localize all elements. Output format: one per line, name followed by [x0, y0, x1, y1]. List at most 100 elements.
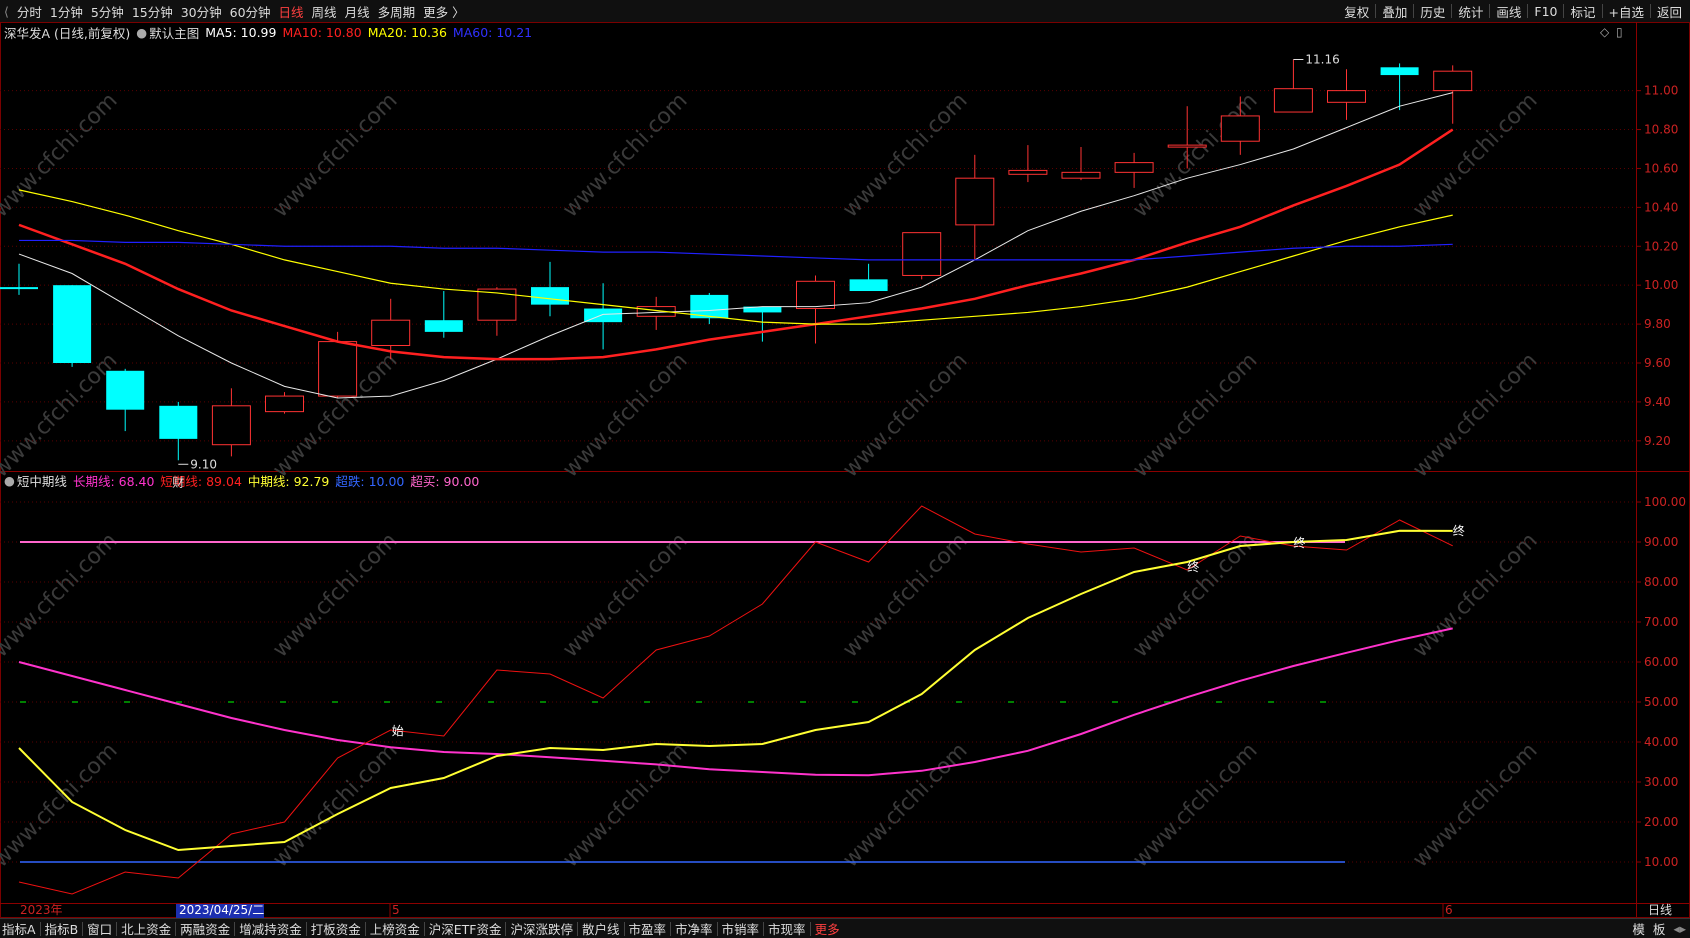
tab-divider — [175, 921, 177, 936]
bottom-tab-10[interactable]: 散户线 — [580, 919, 622, 938]
cai-marker: 财 — [172, 475, 184, 489]
tab-divider — [364, 921, 366, 936]
bottom-tab-0[interactable]: 指标A — [0, 919, 38, 938]
candle-body-up — [265, 395, 304, 413]
tab-divider — [423, 921, 425, 936]
bottom-tab-bar: 指标A 指标B 窗口 北上资金 两融资金 增减持资金 打板资金 上榜资金 沪深ETF资金 沪深涨跌… — [0, 918, 1690, 938]
candle-body-up — [1220, 115, 1260, 142]
tab-divider — [716, 921, 718, 936]
watermark-text: www.cfchi.com — [0, 528, 123, 662]
candle-body-down — [0, 287, 38, 290]
candle-body-up — [1433, 70, 1473, 92]
bottom-tab-14[interactable]: 市现率 — [766, 919, 808, 938]
cursor-date-label: 2023/04/25/二 — [179, 903, 264, 917]
watermark-text: www.cfchi.com — [1408, 528, 1542, 662]
bottom-tab-1[interactable]: 指标B — [43, 919, 81, 938]
tab-divider — [39, 921, 41, 936]
candle-body-up — [371, 319, 411, 346]
candle-body-up — [211, 405, 251, 446]
bottom-tab-5[interactable]: 增减持资金 — [237, 919, 304, 938]
watermark-text: www.cfchi.com — [558, 528, 692, 662]
tab-divider — [623, 921, 625, 936]
end-marker: 终 — [1293, 535, 1305, 550]
watermark-text: www.cfchi.com — [268, 88, 402, 222]
indicator-tick-label: 80.00 — [1644, 575, 1678, 589]
price-tick-label: 10.40 — [1644, 200, 1678, 214]
price-tick-label: 10.20 — [1644, 239, 1678, 253]
watermark-text: www.cfchi.com — [0, 348, 123, 482]
diamond-icon: ◇ — [1600, 25, 1610, 39]
watermark-text: www.cfchi.com — [1128, 528, 1262, 662]
candle-body-up — [796, 280, 835, 310]
bottom-tab-9[interactable]: 沪深涨跌停 — [508, 919, 575, 938]
bottom-tab-7[interactable]: 上榜资金 — [368, 919, 422, 938]
candle-body-down — [106, 370, 145, 410]
indicator-tick-label: 20.00 — [1644, 815, 1678, 829]
bottom-tab-12[interactable]: 市净率 — [673, 919, 715, 938]
tab-divider — [670, 921, 672, 936]
watermark-text: www.cfchi.com — [838, 348, 972, 482]
indicator-line-2 — [18, 529, 1453, 852]
price-tick-label: 9.80 — [1644, 317, 1671, 331]
indicator-tabs: 指标A 指标B 窗口 北上资金 两融资金 增减持资金 打板资金 上榜资金 沪深ETF资金 沪深涨跌… — [0, 919, 842, 938]
bottom-right-button-1[interactable]: 板 — [1649, 919, 1670, 938]
watermark-text: www.cfchi.com — [1408, 348, 1542, 482]
watermark-text: www.cfchi.com — [1128, 348, 1262, 482]
bottom-right-controls: 模板 ◂▸ — [1628, 919, 1690, 938]
panel-toggle-icon: ▯ — [1616, 25, 1623, 39]
watermark-text: www.cfchi.com — [268, 738, 402, 872]
candle-body-down — [159, 405, 198, 439]
bottom-tab-8[interactable]: 沪深ETF资金 — [427, 919, 504, 938]
candle-body-up — [477, 288, 517, 321]
price-tick-label: 9.20 — [1644, 434, 1671, 448]
candle-body-down — [424, 320, 463, 332]
bottom-tab-3[interactable]: 北上资金 — [119, 919, 173, 938]
bottom-tab-6[interactable]: 打板资金 — [309, 919, 363, 938]
candle-body-up — [1273, 88, 1313, 113]
watermark-text: www.cfchi.com — [558, 88, 692, 222]
candle-body-down — [849, 279, 888, 292]
candle-body-up — [1061, 171, 1101, 179]
watermark-text: www.cfchi.com — [1408, 88, 1542, 222]
bottom-tab-13[interactable]: 市销率 — [720, 919, 762, 938]
indicator-tick-label: 70.00 — [1644, 615, 1678, 629]
scroll-arrows-icon[interactable]: ◂▸ — [1669, 921, 1690, 936]
tab-divider — [505, 921, 507, 936]
watermark-text: www.cfchi.com — [0, 738, 123, 872]
low-price-label: 9.10 — [190, 457, 217, 471]
indicator-tick-label: 90.00 — [1644, 535, 1678, 549]
price-tick-label: 11.00 — [1644, 84, 1678, 98]
tab-divider — [116, 921, 118, 936]
candle-body-up — [1327, 90, 1366, 103]
month-label: 6 — [1445, 903, 1453, 917]
watermark-text: www.cfchi.com — [558, 348, 692, 482]
tab-divider — [809, 921, 811, 936]
indicator-tick-label: 40.00 — [1644, 735, 1678, 749]
ma-line-ma20 — [18, 189, 1453, 325]
candle-body-up — [1008, 169, 1048, 175]
period-label: 日线 — [1648, 903, 1672, 917]
end-marker: 终 — [1453, 523, 1465, 538]
bottom-right-button-0[interactable]: 模 — [1628, 919, 1649, 938]
price-tick-label: 9.60 — [1644, 356, 1671, 370]
candle-body-up — [318, 341, 358, 397]
bottom-tab-15[interactable]: 更多 — [813, 919, 842, 938]
watermark-text: www.cfchi.com — [838, 528, 972, 662]
chart-canvas[interactable]: www.cfchi.com www.cfchi.com www.cfchi.com w… — [0, 0, 1690, 937]
indicator-tick-label: 60.00 — [1644, 655, 1678, 669]
price-tick-label: 10.00 — [1644, 278, 1678, 292]
candle-body-up — [1167, 144, 1207, 148]
bottom-tab-2[interactable]: 窗口 — [85, 919, 114, 938]
watermark-text: www.cfchi.com — [1128, 738, 1262, 872]
candle-body-up — [1114, 162, 1154, 173]
year-label: 2023年 — [20, 903, 63, 917]
tab-divider — [576, 921, 578, 936]
tab-divider — [305, 921, 307, 936]
watermark-text: www.cfchi.com — [1408, 738, 1542, 872]
candle-body-up — [955, 177, 995, 226]
month-label: 5 — [392, 903, 400, 917]
bottom-tab-11[interactable]: 市盈率 — [627, 919, 669, 938]
bottom-tab-4[interactable]: 两融资金 — [178, 919, 232, 938]
candle-body-up — [902, 232, 942, 276]
candle-body-down — [53, 285, 92, 363]
